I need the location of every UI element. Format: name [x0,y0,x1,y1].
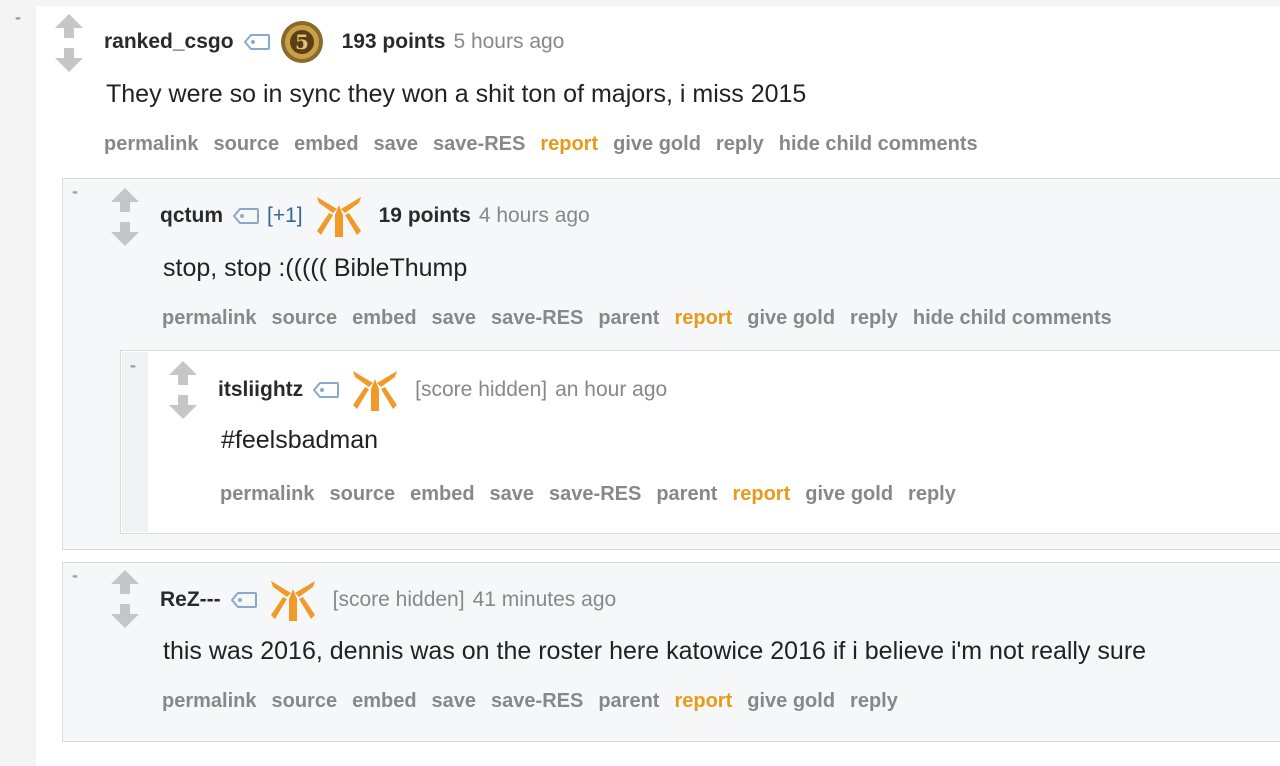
embed-button[interactable]: embed [352,690,416,712]
give-gold-button[interactable]: give gold [805,483,893,505]
vote-weight[interactable]: [+1] [267,204,303,228]
parent-button[interactable]: parent [598,690,659,712]
reply-button[interactable]: reply [716,133,764,155]
score-hidden: [score hidden] [332,588,465,611]
comment-buttons: permalink source embed save save-RES parent re… [220,483,971,506]
save-button[interactable]: save [490,483,535,505]
save-res-button[interactable]: save-RES [549,483,641,505]
permalink-button[interactable]: permalink [162,307,256,329]
collapse-toggle[interactable]: - [15,8,21,26]
give-gold-button[interactable]: give gold [747,307,835,329]
save-button[interactable]: save [374,133,419,155]
reply-button[interactable]: reply [908,483,956,505]
comment-buttons: permalink source embed save save-RES parent re… [162,307,1127,330]
author-link[interactable]: ReZ--- [160,588,221,612]
collapse-toggle[interactable]: - [72,566,78,584]
report-button[interactable]: report [674,690,732,712]
timestamp: 4 hours ago [478,204,590,227]
comment-body: this was 2016, dennis was on the roster … [163,637,1147,665]
rank-5-badge-icon: 5 [278,19,326,65]
embed-button[interactable]: embed [352,307,416,329]
score: 19 points [378,204,471,227]
source-button[interactable]: source [213,133,279,155]
reply-button[interactable]: reply [850,690,898,712]
report-button[interactable]: report [674,307,732,329]
updown-arrows-icon[interactable] [52,14,86,72]
fnatic-flair-icon [351,367,399,413]
report-button[interactable]: report [540,133,598,155]
save-res-button[interactable]: save-RES [491,690,583,712]
embed-button[interactable]: embed [294,133,358,155]
comment-body: #feelsbadman [221,426,379,454]
timestamp: 5 hours ago [453,30,565,53]
permalink-button[interactable]: permalink [162,690,256,712]
source-button[interactable]: source [271,690,337,712]
save-res-button[interactable]: save-RES [433,133,525,155]
comment-tagline: ranked_csgo 5 193 points 5 hours ago [104,18,564,66]
save-res-button[interactable]: save-RES [491,307,583,329]
collapse-toggle[interactable]: - [130,356,136,374]
fnatic-flair-icon [269,577,317,623]
user-tag-icon[interactable] [230,592,257,608]
updown-arrows-icon[interactable] [166,361,200,419]
comment-tagline: ReZ--- [score hidden] 41 minutes ago [160,576,616,624]
updown-arrows-icon[interactable] [108,188,142,246]
save-button[interactable]: save [432,307,477,329]
fnatic-flair-icon [315,193,363,239]
save-button[interactable]: save [432,690,477,712]
permalink-button[interactable]: permalink [104,133,198,155]
comment-body: stop, stop :((((( BibleThump [163,254,468,282]
hide-child-comments-button[interactable]: hide child comments [779,133,978,155]
badge-text: 5 [295,30,309,54]
permalink-button[interactable]: permalink [220,483,314,505]
author-link[interactable]: qctum [160,204,223,228]
source-button[interactable]: source [271,307,337,329]
collapse-toggle[interactable]: - [72,182,78,200]
score-hidden: [score hidden] [415,378,548,401]
embed-button[interactable]: embed [410,483,474,505]
user-tag-icon[interactable] [243,34,270,50]
updown-arrows-icon[interactable] [108,570,142,628]
timestamp: 41 minutes ago [472,588,617,611]
comment-buttons: permalink source embed save save-RES parent re… [162,690,913,713]
parent-button[interactable]: parent [598,307,659,329]
timestamp: an hour ago [555,378,668,401]
comment-buttons: permalink source embed save save-RES report gi… [104,133,993,156]
author-link[interactable]: ranked_csgo [104,30,234,54]
reply-button[interactable]: reply [850,307,898,329]
source-button[interactable]: source [329,483,395,505]
report-button[interactable]: report [732,483,790,505]
comment-body: They were so in sync they won a shit ton… [106,80,807,108]
comment-tagline: qctum [+1] 19 points 4 hours ago [160,192,590,240]
user-tag-icon[interactable] [233,208,259,224]
user-tag-icon[interactable] [313,382,340,398]
parent-button[interactable]: parent [656,483,717,505]
give-gold-button[interactable]: give gold [613,133,701,155]
author-link[interactable]: itsliightz [218,378,303,402]
give-gold-button[interactable]: give gold [747,690,835,712]
score: 193 points [341,30,446,53]
hide-child-comments-button[interactable]: hide child comments [913,307,1112,329]
grandchild-stripe [122,352,148,532]
comment-tagline: itsliightz [score hidden] an hour ago [218,366,667,414]
